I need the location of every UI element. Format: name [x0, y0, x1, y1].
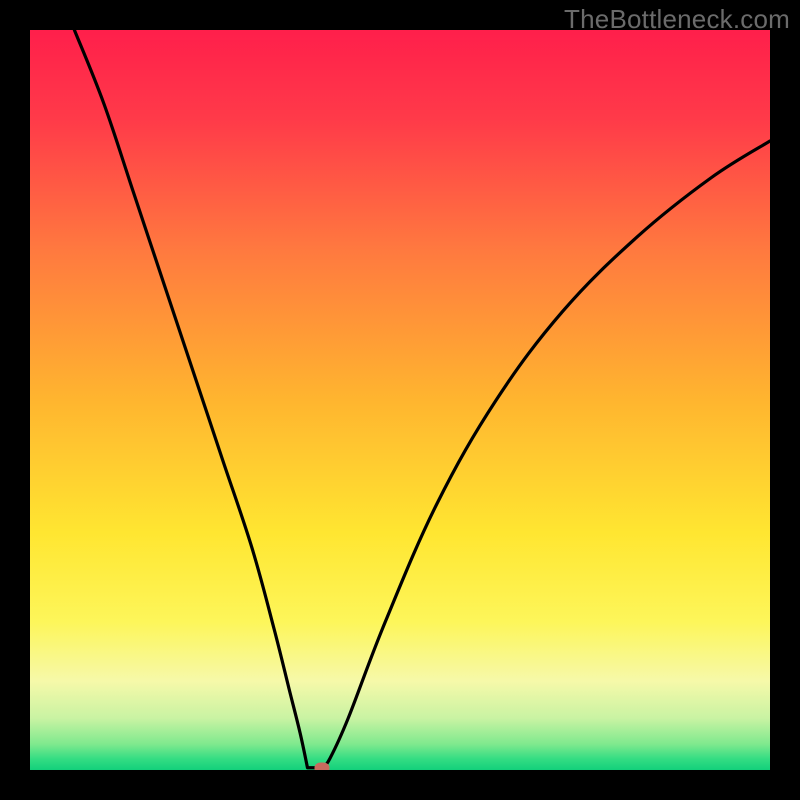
optimal-point-marker [315, 762, 330, 770]
bottleneck-curve [30, 30, 770, 770]
plot-area [30, 30, 770, 770]
watermark-text: TheBottleneck.com [564, 4, 790, 35]
chart-frame: TheBottleneck.com [0, 0, 800, 800]
